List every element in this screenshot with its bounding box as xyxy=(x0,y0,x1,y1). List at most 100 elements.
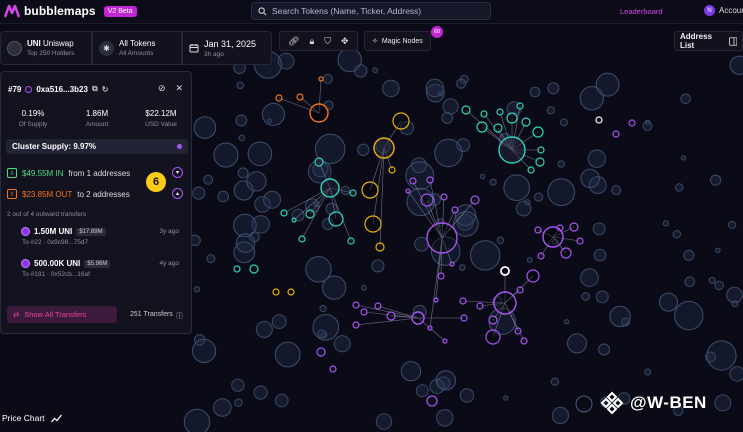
cluster-wallet-bubble[interactable] xyxy=(451,206,459,214)
cluster-hub-bubble[interactable] xyxy=(498,136,526,164)
cluster-wallet-bubble[interactable] xyxy=(426,176,434,184)
cluster-wallet-bubble[interactable] xyxy=(576,237,584,245)
holder-bubble[interactable] xyxy=(253,385,268,400)
token-selector[interactable]: UNI Uniswap Top 250 Holders xyxy=(0,31,92,65)
holder-bubble[interactable] xyxy=(503,395,509,401)
search-input[interactable]: Search Tokens (Name, Ticker, Address) xyxy=(251,2,491,20)
cluster-wallet-bubble[interactable] xyxy=(275,94,283,102)
holder-bubble[interactable] xyxy=(435,370,456,391)
cluster-wallet-bubble[interactable] xyxy=(347,237,355,245)
holder-bubble[interactable] xyxy=(314,201,320,208)
cluster-wallet-bubble[interactable] xyxy=(496,108,504,116)
cluster-wallet-bubble[interactable] xyxy=(485,329,501,345)
holder-bubble[interactable] xyxy=(319,305,327,313)
holder-bubble[interactable] xyxy=(192,186,206,200)
magic-nodes-button[interactable]: ✧ Magic Nodes 60 xyxy=(364,26,443,51)
holder-bubble[interactable] xyxy=(193,116,217,139)
cluster-wallet-bubble[interactable] xyxy=(532,126,544,138)
holder-bubble[interactable] xyxy=(255,321,273,338)
holder-bubble[interactable] xyxy=(405,161,435,191)
holder-bubble[interactable] xyxy=(609,305,631,328)
cluster-wallet-bubble[interactable] xyxy=(287,288,295,296)
cluster-wallet-bubble[interactable] xyxy=(493,123,503,133)
holder-bubble[interactable] xyxy=(305,256,332,283)
holder-bubble[interactable] xyxy=(731,300,739,308)
cluster-wallet-bubble[interactable] xyxy=(249,264,259,274)
copy-icon[interactable]: ⧉ xyxy=(92,84,98,94)
holder-bubble[interactable] xyxy=(234,398,243,407)
cluster-wallet-bubble[interactable] xyxy=(612,130,620,138)
holder-bubble[interactable] xyxy=(436,409,454,427)
holder-bubble[interactable] xyxy=(337,47,362,73)
cluster-hub-bubble[interactable] xyxy=(426,222,458,254)
holder-bubble[interactable] xyxy=(563,319,570,325)
holder-bubble[interactable] xyxy=(415,384,429,398)
logo[interactable]: bubblemaps V2 Beta xyxy=(4,4,137,18)
holder-bubble[interactable] xyxy=(183,408,211,432)
holder-bubble[interactable] xyxy=(263,190,282,209)
holder-bubble[interactable] xyxy=(203,174,214,185)
chevron-down-icon[interactable]: ▾ xyxy=(172,167,183,178)
holder-bubble[interactable] xyxy=(674,183,684,192)
holder-bubble[interactable] xyxy=(560,118,568,127)
holder-bubble[interactable] xyxy=(547,178,576,207)
holder-bubble[interactable] xyxy=(551,406,570,425)
holder-bubble[interactable] xyxy=(529,86,541,98)
cluster-wallet-bubble[interactable] xyxy=(280,209,288,217)
cluster-wallet-bubble[interactable] xyxy=(537,146,545,154)
holder-bubble[interactable] xyxy=(235,114,248,127)
cluster-hub-bubble[interactable] xyxy=(320,178,340,198)
holder-bubble[interactable] xyxy=(456,78,467,89)
show-all-transfers-button[interactable]: ⇄ Show All Transfers xyxy=(7,306,117,323)
holder-bubble[interactable] xyxy=(662,220,669,227)
holder-bubble[interactable] xyxy=(593,248,607,262)
holder-bubble[interactable] xyxy=(557,160,565,168)
holder-bubble[interactable] xyxy=(371,259,385,273)
holder-bubble[interactable] xyxy=(459,264,466,271)
holder-bubble[interactable] xyxy=(271,314,287,330)
holder-bubble[interactable] xyxy=(213,142,239,168)
transfer-item[interactable]: 500.00K UNI $5.96M 4y ago To #181 · 0x52… xyxy=(21,259,181,278)
holder-bubble[interactable] xyxy=(470,240,501,271)
holder-bubble[interactable] xyxy=(526,257,533,263)
cluster-wallet-bubble[interactable] xyxy=(449,261,455,267)
holder-bubble[interactable] xyxy=(237,167,249,179)
holder-bubble[interactable] xyxy=(706,340,737,371)
cluster-hub-bubble[interactable] xyxy=(309,103,329,123)
holder-bubble[interactable] xyxy=(312,314,340,341)
date-selector[interactable]: Jan 31, 2025 3h ago xyxy=(182,31,272,65)
holder-bubble[interactable] xyxy=(400,361,422,382)
holder-bubble[interactable] xyxy=(567,333,587,354)
info-icon[interactable]: ⓘ xyxy=(176,311,183,321)
cluster-wallet-bubble[interactable] xyxy=(628,119,636,127)
holder-bubble[interactable] xyxy=(595,72,620,97)
holder-bubble[interactable] xyxy=(674,300,704,331)
cluster-wallet-bubble[interactable] xyxy=(361,181,379,199)
holder-bubble[interactable] xyxy=(441,112,454,124)
holder-bubble[interactable] xyxy=(729,366,743,382)
holder-bubble[interactable] xyxy=(193,286,201,293)
cluster-hub-bubble[interactable] xyxy=(373,137,395,159)
cluster-wallet-bubble[interactable] xyxy=(392,112,410,130)
network-icon[interactable]: ✥ xyxy=(341,36,349,47)
cluster-wallet-bubble[interactable] xyxy=(476,121,488,133)
link-icon[interactable]: 🔗︎ xyxy=(288,36,299,47)
holder-bubble[interactable] xyxy=(425,78,445,98)
holder-bubble[interactable] xyxy=(360,284,367,291)
cluster-wallet-bubble[interactable] xyxy=(440,193,448,201)
holder-bubble[interactable] xyxy=(644,368,652,376)
cluster-wallet-bubble[interactable] xyxy=(516,286,524,294)
cluster-wallet-bubble[interactable] xyxy=(364,215,382,233)
cluster-wallet-bubble[interactable] xyxy=(316,347,326,357)
cluster-wallet-bubble[interactable] xyxy=(318,76,324,82)
contract-bubble[interactable] xyxy=(595,116,603,124)
cluster-wallet-bubble[interactable] xyxy=(272,288,280,296)
cluster-hub-bubble[interactable] xyxy=(493,291,517,315)
cluster-wallet-bubble[interactable] xyxy=(388,166,396,174)
holder-bubble[interactable] xyxy=(261,102,285,126)
lock-icon[interactable]: 🔒︎ xyxy=(309,36,314,47)
holder-bubble[interactable] xyxy=(206,254,216,264)
holder-bubble[interactable] xyxy=(489,178,497,186)
cluster-wallet-bubble[interactable] xyxy=(460,314,468,322)
holder-bubble[interactable] xyxy=(534,192,544,202)
